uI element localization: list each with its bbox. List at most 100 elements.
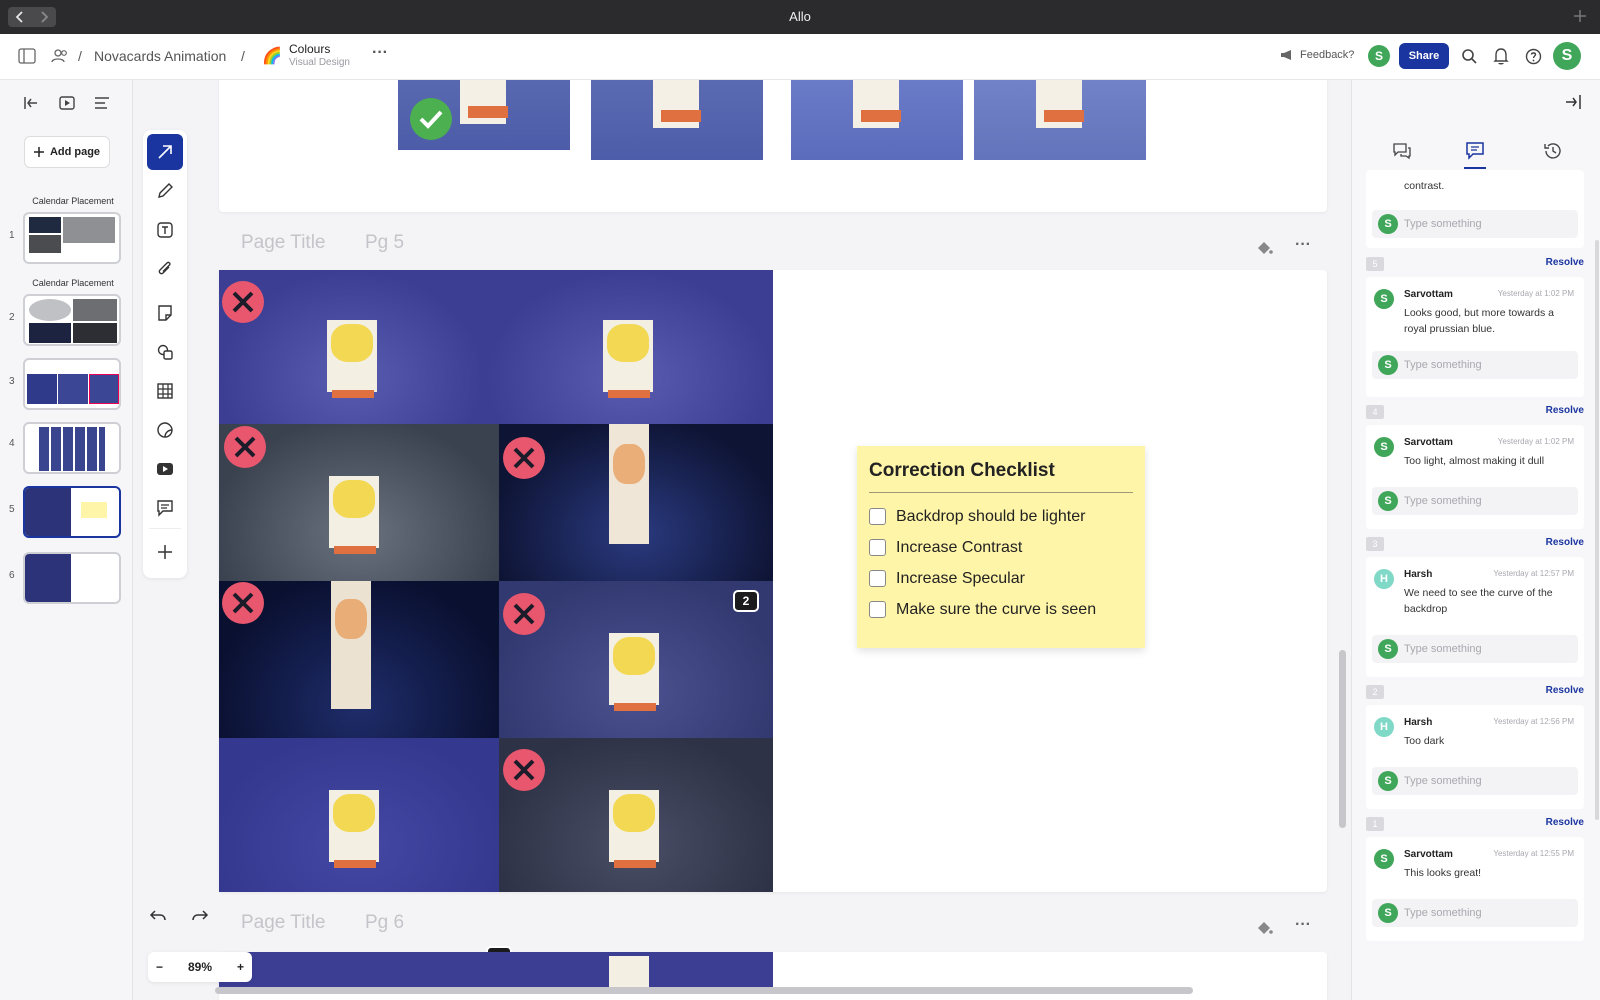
image-tile[interactable] — [219, 738, 499, 892]
collapse-left-icon[interactable] — [20, 92, 42, 114]
sticker-tool-icon[interactable] — [147, 412, 183, 448]
page-thumb-4[interactable] — [23, 422, 121, 474]
text-tool-icon[interactable] — [147, 212, 183, 248]
horizontal-scrollbar[interactable] — [215, 987, 1193, 994]
tool-palette — [143, 130, 187, 578]
sticky-note-tool-icon[interactable] — [147, 295, 183, 331]
user-avatar[interactable]: S — [1553, 42, 1581, 70]
image-tile[interactable] — [219, 952, 499, 992]
team-icon[interactable] — [50, 46, 70, 66]
history-tab-icon[interactable] — [1540, 138, 1566, 164]
comments-panel: contrast. S Type something 5 Resolve S S… — [1351, 80, 1600, 1000]
comment-tool-icon[interactable] — [147, 490, 183, 526]
comment-card: S Sarvottam Yesterday at 1:02 PM Too lig… — [1366, 425, 1584, 529]
doc-title[interactable]: Colours — [289, 42, 330, 56]
image-tile[interactable] — [499, 952, 773, 992]
page-thumb-6[interactable] — [23, 552, 121, 604]
comments-scrollbar[interactable] — [1595, 240, 1599, 820]
sidebar-toggle-icon[interactable] — [17, 46, 37, 66]
help-icon[interactable] — [1523, 46, 1543, 66]
thread-index: 3 — [1366, 537, 1384, 551]
resolve-button[interactable]: Resolve — [1546, 537, 1584, 548]
reply-input[interactable]: S Type something — [1372, 767, 1578, 795]
thread-index: 5 — [1366, 257, 1384, 271]
page-more-icon[interactable]: ··· — [1295, 916, 1311, 934]
more-options-icon[interactable]: ··· — [372, 44, 388, 62]
resolve-button[interactable]: Resolve — [1546, 817, 1584, 828]
undo-icon[interactable] — [149, 908, 167, 932]
add-page-button[interactable]: Add page — [24, 136, 110, 168]
table-tool-icon[interactable] — [147, 373, 183, 409]
new-tab-icon[interactable] — [1570, 6, 1590, 26]
image-tile[interactable] — [974, 80, 1146, 160]
reply-input[interactable]: S Type something — [1372, 210, 1578, 238]
page-title[interactable]: Page Title — [241, 912, 326, 934]
sticky-note[interactable]: Correction Checklist Backdrop should be … — [857, 446, 1145, 648]
resolve-button[interactable]: Resolve — [1546, 685, 1584, 696]
paint-bucket-icon[interactable] — [1255, 240, 1275, 258]
thread-index: 1 — [1366, 817, 1384, 831]
reply-input[interactable]: S Type something — [1372, 487, 1578, 515]
comments-tab-icon[interactable] — [1462, 138, 1488, 164]
page-thumb-number: 5 — [9, 504, 15, 515]
page-thumb-3[interactable] — [23, 358, 121, 410]
chat-tab-icon[interactable] — [1389, 138, 1415, 164]
thread-header: 1 Resolve — [1366, 815, 1584, 831]
video-tool-icon[interactable] — [147, 451, 183, 487]
checkbox[interactable] — [869, 539, 886, 556]
attachment-tool-icon[interactable] — [147, 251, 183, 287]
comment-pin-badge[interactable]: 2 — [733, 590, 759, 612]
page-thumb-1[interactable] — [23, 212, 121, 264]
image-tile[interactable] — [398, 80, 570, 150]
page-thumb-5[interactable] — [23, 486, 121, 538]
search-icon[interactable] — [1459, 46, 1479, 66]
thread-index: 2 — [1366, 685, 1384, 699]
avatar: S — [1378, 903, 1398, 923]
reply-input[interactable]: S Type something — [1372, 899, 1578, 927]
reply-input[interactable]: S Type something — [1372, 351, 1578, 379]
checkbox[interactable] — [869, 508, 886, 525]
shapes-tool-icon[interactable] — [147, 334, 183, 370]
paint-bucket-icon[interactable] — [1255, 920, 1275, 938]
select-tool-icon[interactable] — [147, 134, 183, 170]
collapse-right-icon[interactable] — [1564, 94, 1584, 114]
canvas[interactable]: Page Title Pg 5 ··· 2 Correction Checkli… — [133, 80, 1351, 1000]
resolve-button[interactable]: Resolve — [1546, 257, 1584, 268]
page-thumb-2[interactable] — [23, 294, 121, 346]
page-card-4 — [219, 80, 1327, 212]
vertical-scrollbar[interactable] — [1339, 650, 1346, 828]
redo-icon[interactable] — [191, 908, 209, 932]
resolve-button[interactable]: Resolve — [1546, 405, 1584, 416]
page-thumb-number: 3 — [9, 376, 15, 387]
thread-header: 4 Resolve — [1366, 403, 1584, 419]
page-more-icon[interactable]: ··· — [1295, 236, 1311, 254]
checkbox[interactable] — [869, 570, 886, 587]
comment-text: Looks good, but more towards a royal pru… — [1404, 307, 1555, 335]
reply-placeholder: Type something — [1404, 907, 1482, 919]
image-tile[interactable] — [591, 80, 763, 160]
comment-time: Yesterday at 12:57 PM — [1493, 569, 1574, 578]
share-button[interactable]: Share — [1399, 43, 1449, 69]
zoom-in-button[interactable]: + — [237, 960, 244, 974]
avatar[interactable]: S — [1368, 45, 1390, 67]
add-tool-icon[interactable] — [147, 534, 183, 570]
avatar: S — [1374, 849, 1394, 869]
page-title[interactable]: Page Title — [241, 232, 326, 254]
bell-icon[interactable] — [1491, 46, 1511, 66]
image-tile[interactable] — [485, 270, 773, 424]
thread-header: 2 Resolve — [1366, 683, 1584, 699]
present-icon[interactable] — [56, 92, 78, 114]
feedback-button[interactable]: Feedback? — [1280, 49, 1354, 61]
pencil-tool-icon[interactable] — [147, 173, 183, 209]
avatar: S — [1378, 771, 1398, 791]
image-tile[interactable] — [791, 80, 963, 160]
checklist-item: Backdrop should be lighter — [869, 501, 1133, 532]
checklist-label: Increase Specular — [896, 569, 1025, 587]
zoom-out-button[interactable]: − — [156, 960, 163, 974]
reply-placeholder: Type something — [1404, 775, 1482, 787]
outline-icon[interactable] — [91, 92, 113, 114]
comment-time: Yesterday at 1:02 PM — [1497, 289, 1574, 298]
checkbox[interactable] — [869, 601, 886, 618]
breadcrumb-project[interactable]: Novacards Animation — [94, 48, 226, 64]
reply-input[interactable]: S Type something — [1372, 635, 1578, 663]
